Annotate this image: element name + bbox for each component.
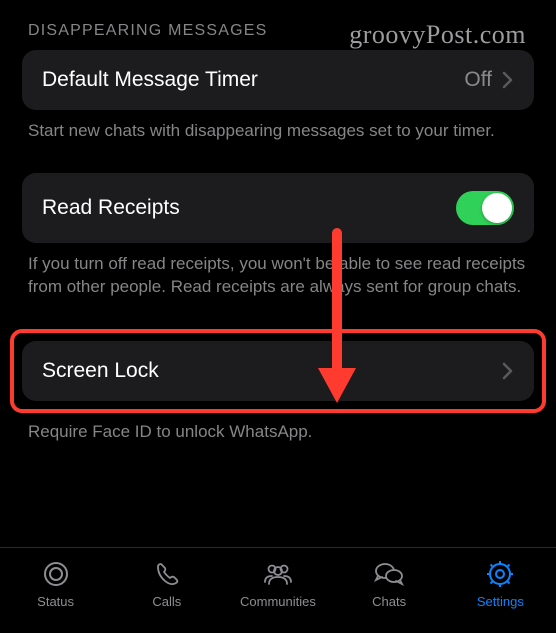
annotation-highlight: Screen Lock <box>10 329 546 413</box>
read-receipts-footer-text: If you turn off read receipts, you won't… <box>22 253 534 299</box>
read-receipts-label: Read Receipts <box>42 196 180 220</box>
tab-calls[interactable]: Calls <box>111 558 222 609</box>
communities-icon <box>261 558 295 590</box>
watermark-text: groovyPost.com <box>349 20 526 50</box>
read-receipts-toggle[interactable] <box>456 191 514 225</box>
toggle-knob <box>482 193 512 223</box>
tab-settings[interactable]: Settings <box>445 558 556 609</box>
tab-communities[interactable]: Communities <box>222 558 333 609</box>
tab-settings-label: Settings <box>477 594 524 609</box>
chats-icon <box>372 558 406 590</box>
default-message-timer-value: Off <box>464 68 492 92</box>
phone-icon <box>152 558 182 590</box>
chevron-right-icon <box>502 362 514 380</box>
default-message-timer-row[interactable]: Default Message Timer Off <box>22 50 534 110</box>
chevron-right-icon <box>502 71 514 89</box>
status-icon <box>41 558 71 590</box>
annotation-arrow <box>312 228 362 413</box>
tab-status[interactable]: Status <box>0 558 111 609</box>
disappearing-footer-text: Start new chats with disappearing messag… <box>22 120 534 143</box>
default-message-timer-label: Default Message Timer <box>42 68 258 92</box>
read-receipts-row: Read Receipts <box>22 173 534 243</box>
tab-bar: Status Calls Communities Chats <box>0 547 556 633</box>
screen-lock-row[interactable]: Screen Lock <box>22 341 534 401</box>
tab-chats-label: Chats <box>372 594 406 609</box>
tab-calls-label: Calls <box>152 594 181 609</box>
gear-icon <box>485 558 515 590</box>
screen-lock-footer-text: Require Face ID to unlock WhatsApp. <box>22 421 534 444</box>
tab-chats[interactable]: Chats <box>334 558 445 609</box>
screen-lock-label: Screen Lock <box>42 359 159 383</box>
settings-content: DISAPPEARING MESSAGES Default Message Ti… <box>0 0 556 444</box>
tab-status-label: Status <box>37 594 74 609</box>
tab-communities-label: Communities <box>240 594 316 609</box>
